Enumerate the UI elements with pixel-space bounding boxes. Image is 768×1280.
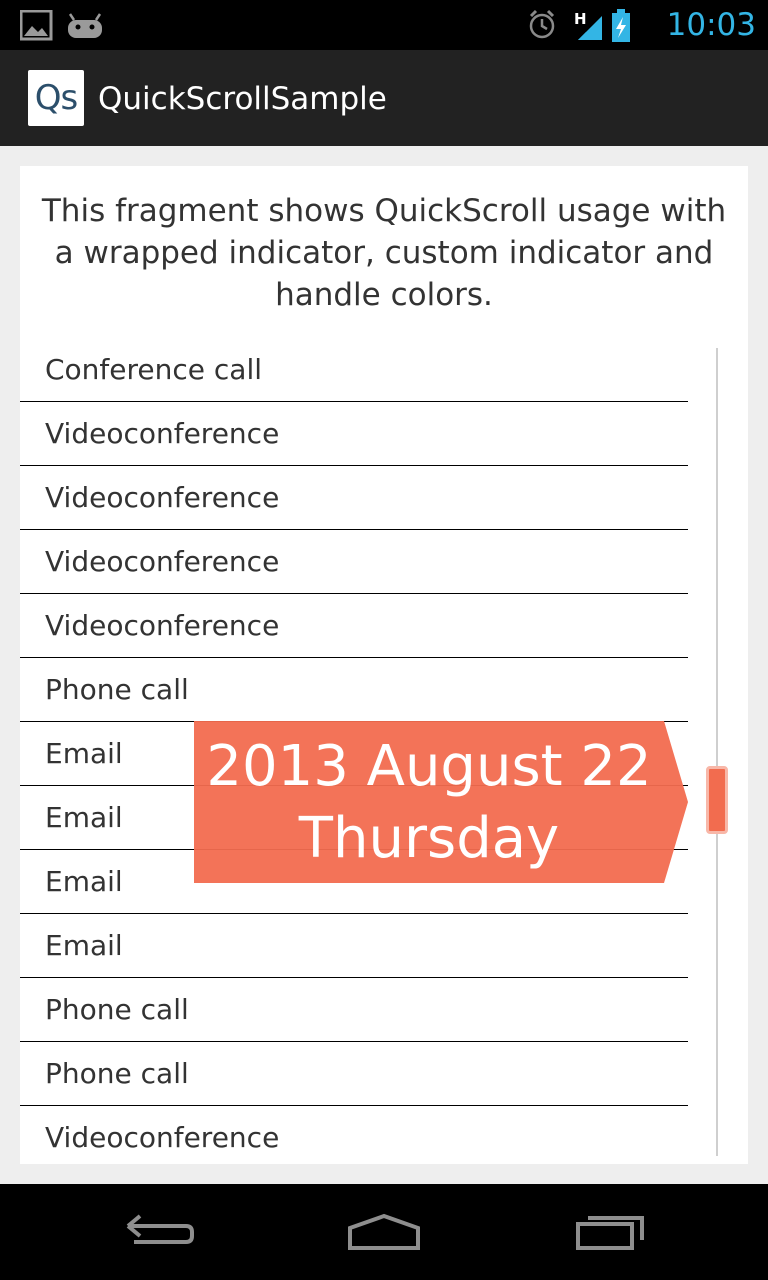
battery-charging-icon bbox=[612, 9, 630, 42]
status-bar: H 10:03 bbox=[0, 0, 768, 50]
fragment-card: This fragment shows QuickScroll usage wi… bbox=[20, 166, 748, 1164]
list-item-label: Videoconference bbox=[45, 609, 280, 642]
list-item-label: Videoconference bbox=[45, 417, 280, 450]
list-item-label: Videoconference bbox=[45, 1121, 280, 1154]
list-item-label: Phone call bbox=[45, 673, 189, 706]
navigation-bar bbox=[0, 1184, 768, 1280]
app-logo[interactable]: Qs bbox=[28, 70, 84, 126]
list-item-label: Phone call bbox=[45, 1057, 189, 1090]
list-item[interactable]: Videoconference bbox=[20, 1106, 688, 1164]
status-left-icons bbox=[19, 9, 130, 46]
list-item-label: Videoconference bbox=[45, 481, 280, 514]
indicator-weekday: Thursday bbox=[298, 806, 560, 871]
alarm-icon bbox=[529, 9, 555, 39]
list-item[interactable]: Conference call bbox=[20, 338, 688, 402]
intro-text: This fragment shows QuickScroll usage wi… bbox=[41, 193, 727, 313]
list-item-label: Email bbox=[45, 865, 123, 898]
quickscroll-handle[interactable] bbox=[706, 766, 728, 834]
list-item[interactable]: Email bbox=[20, 914, 688, 978]
recents-icon[interactable] bbox=[574, 1212, 646, 1256]
indicator-date: 2013 August 22 bbox=[206, 734, 652, 799]
list-item[interactable]: Videoconference bbox=[20, 530, 688, 594]
list-item[interactable]: Phone call bbox=[20, 978, 688, 1042]
app-title: QuickScrollSample bbox=[98, 81, 387, 117]
quickscroll-indicator: 2013 August 22 Thursday bbox=[194, 721, 689, 883]
list-item[interactable]: Phone call bbox=[20, 658, 688, 722]
list-item-label: Conference call bbox=[45, 353, 263, 386]
list-item[interactable]: Videoconference bbox=[20, 466, 688, 530]
list-item-label: Email bbox=[45, 737, 123, 770]
quickscroll-track bbox=[716, 348, 718, 1156]
status-clock: 10:03 bbox=[666, 7, 756, 43]
action-bar: Qs QuickScrollSample bbox=[0, 50, 768, 146]
list-item-label: Email bbox=[45, 801, 123, 834]
svg-text:H: H bbox=[574, 10, 587, 28]
signal-h-icon: H bbox=[574, 10, 602, 40]
gallery-icon bbox=[19, 9, 53, 41]
list-item[interactable]: Videoconference bbox=[20, 594, 688, 658]
list-item[interactable]: Videoconference bbox=[20, 402, 688, 466]
list-item-label: Videoconference bbox=[45, 545, 280, 578]
list-item-label: Email bbox=[45, 929, 123, 962]
android-icon bbox=[68, 13, 102, 38]
list-item[interactable]: Phone call bbox=[20, 1042, 688, 1106]
back-icon[interactable] bbox=[124, 1212, 196, 1256]
home-icon[interactable] bbox=[346, 1212, 422, 1256]
list-item-label: Phone call bbox=[45, 993, 189, 1026]
indicator-text: 2013 August 22 Thursday bbox=[194, 731, 664, 875]
